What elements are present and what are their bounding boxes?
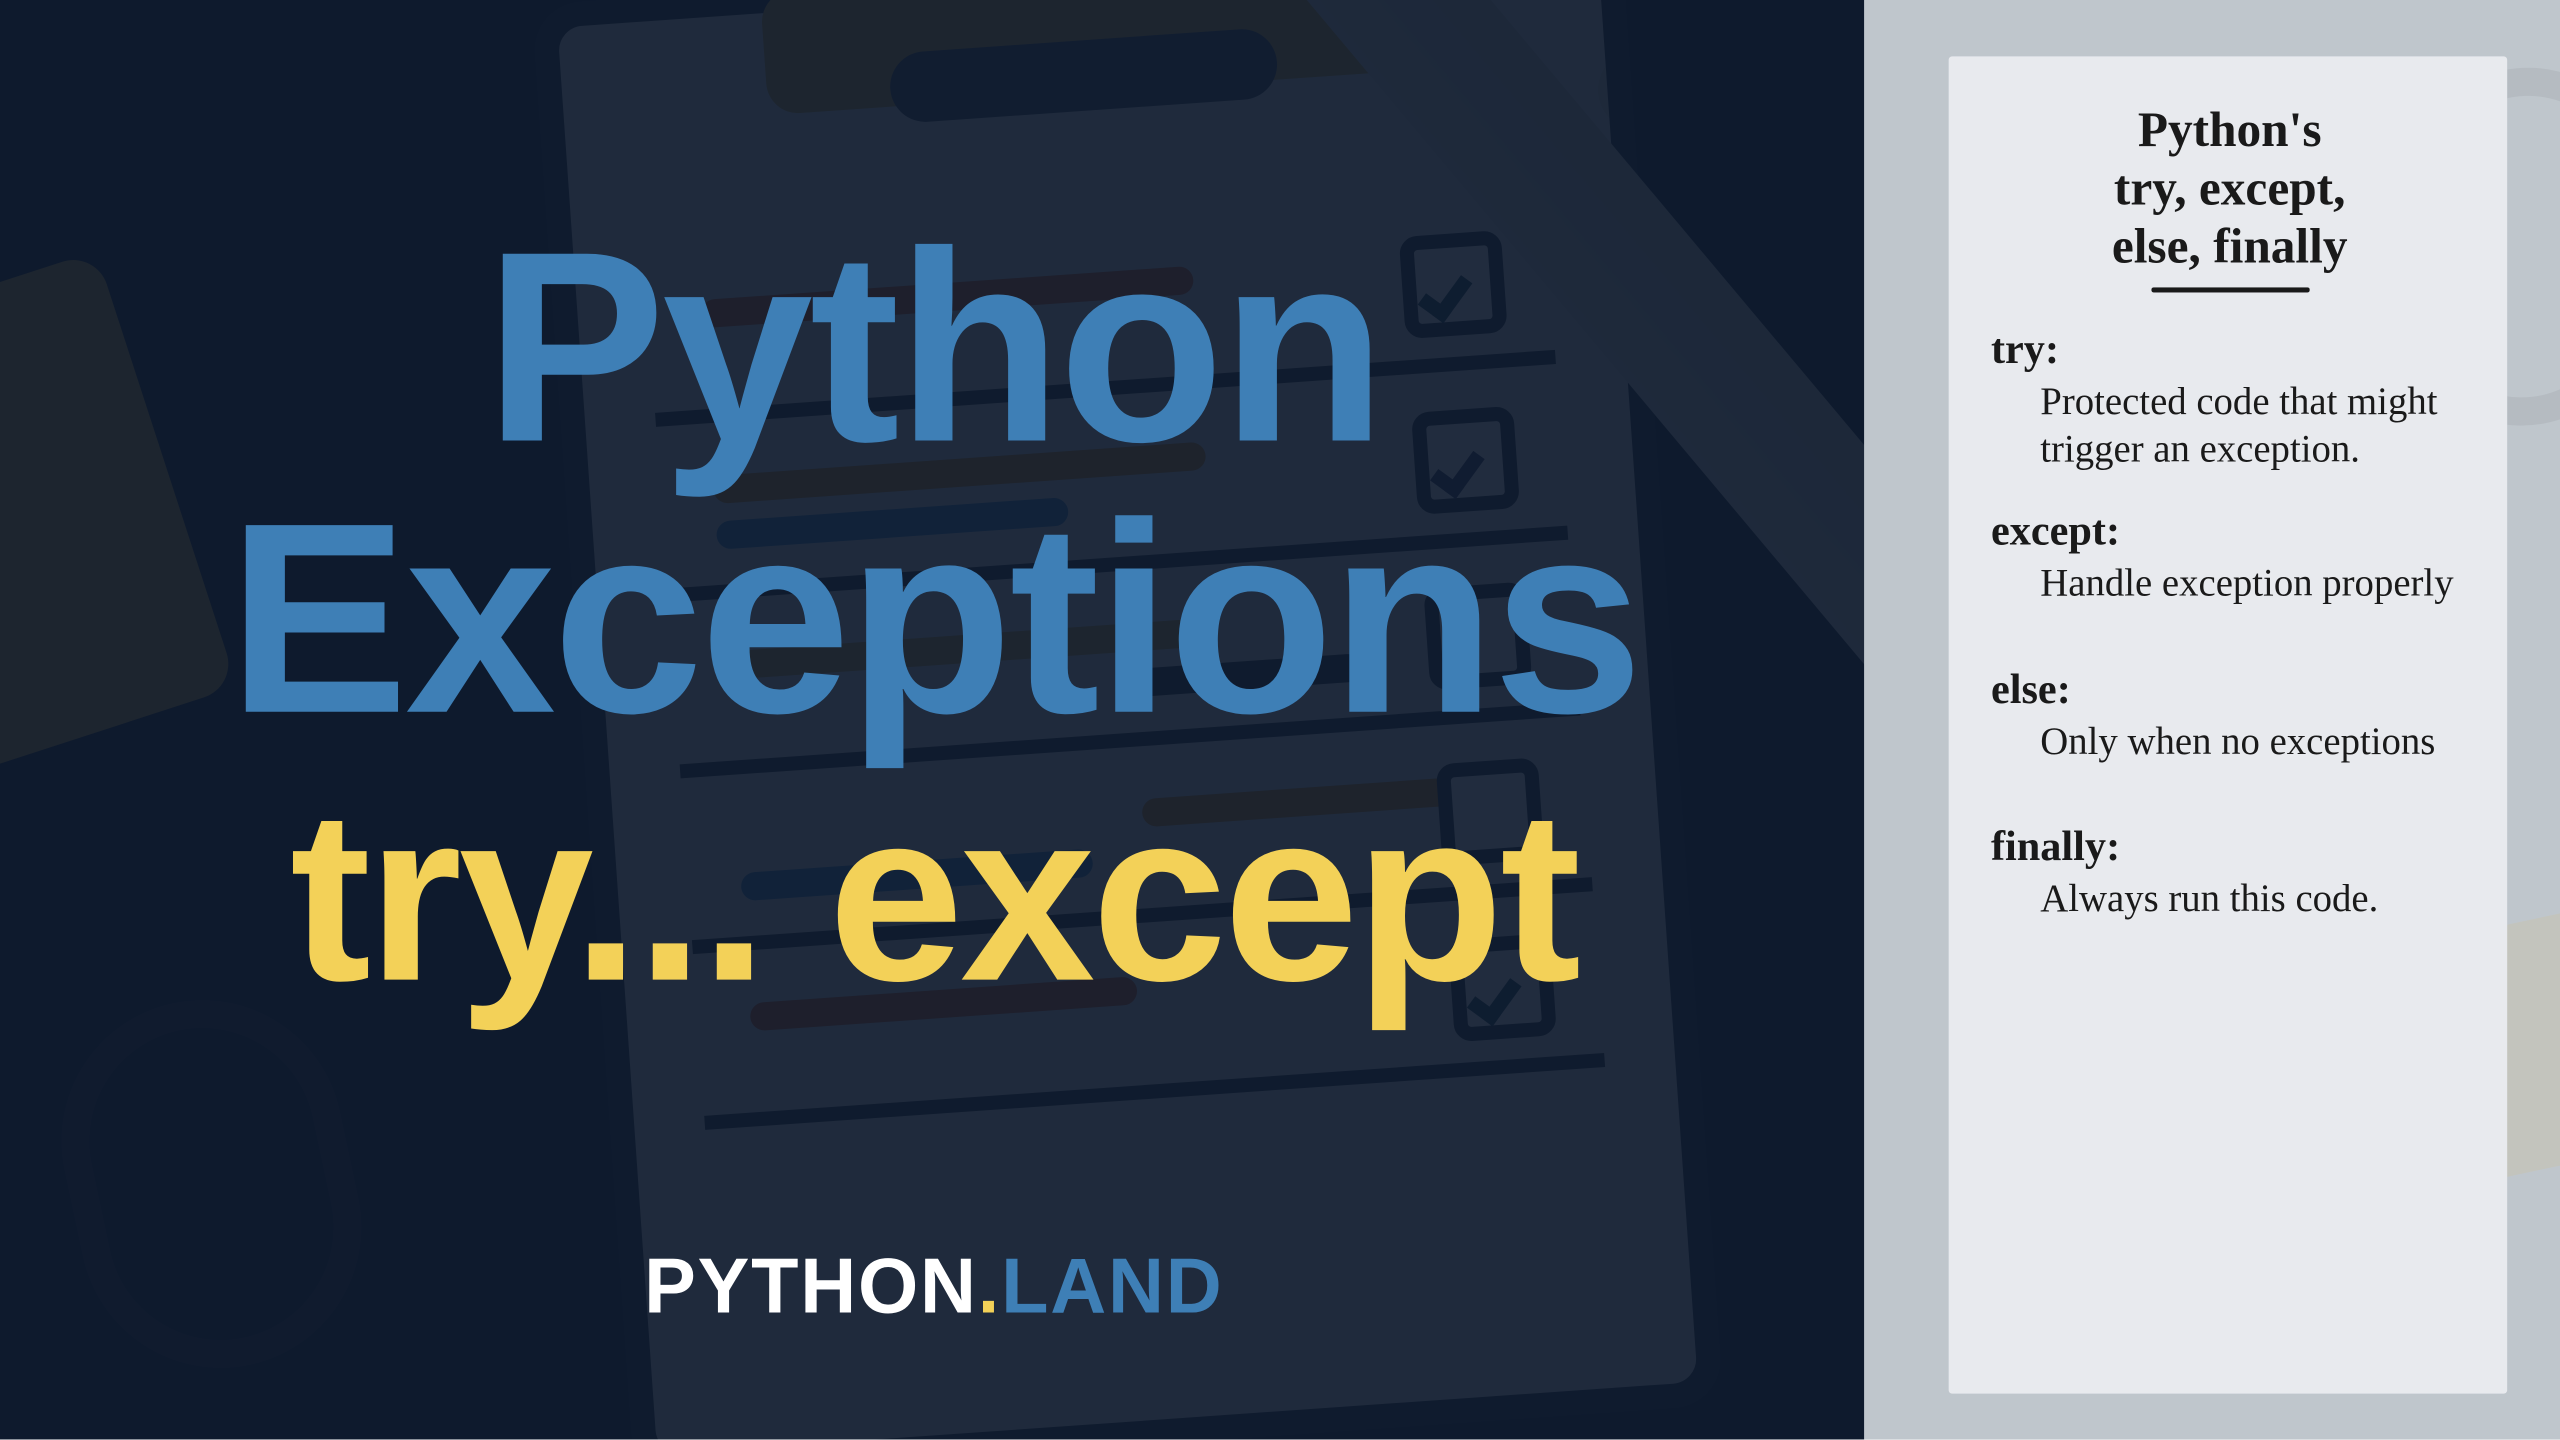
brand-right: LAND [1001,1244,1223,1330]
note-body-try: Protected code that might trigger an exc… [1991,379,2468,474]
note-body-except: Handle exception properly [1991,560,2468,607]
note-block-try: try: Protected code that might trigger a… [1991,328,2468,474]
note-heading-l3: else, finally [2112,220,2348,275]
note-body-finally: Always run this code. [1991,876,2468,923]
note-kw-except: except: [1991,509,2468,557]
note-underline [2150,287,2309,292]
brand-dot: . [978,1244,1001,1330]
brand-left: PYTHON [644,1244,978,1330]
title-line-2: Exceptions [228,467,1640,770]
sidebar-panel: Python's try, except, else, finally try:… [1864,0,2560,1439]
note-heading: Python's try, except, else, finally [1991,102,2468,277]
note-kw-try: try: [1991,328,2468,376]
note-heading-l1: Python's [2138,104,2322,159]
slide-canvas: { "title_line1": "Python", "title_line2"… [0,0,2560,1439]
note-kw-finally: finally: [1991,825,2468,873]
note-body-else: Only when no exceptions [1991,718,2468,765]
title-line-1: Python [485,196,1383,499]
note-block-else: else: Only when no exceptions [1991,667,2468,765]
title-main: Python Exceptions [0,211,1868,754]
note-block-except: except: Handle exception properly [1991,509,2468,607]
note-kw-else: else: [1991,667,2468,715]
note-heading-l2: try, except, [2114,162,2345,217]
subtitle: try... except [0,758,1868,1038]
cheatsheet-note: Python's try, except, else, finally try:… [1949,56,2508,1393]
brand-logo: PYTHON.LAND [0,1244,1868,1332]
note-block-finally: finally: Always run this code. [1991,825,2468,923]
